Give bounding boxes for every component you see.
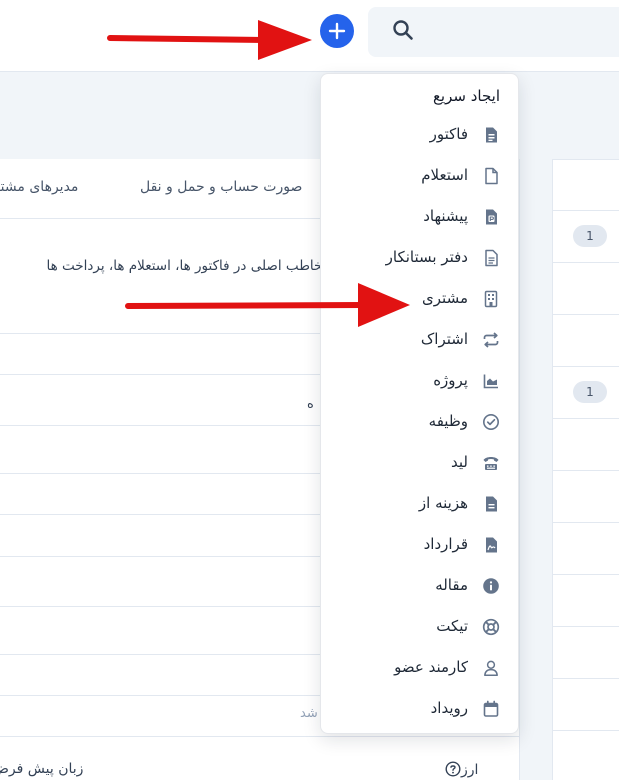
menu-item-article[interactable]: مقاله [321, 566, 518, 607]
divider [553, 522, 619, 523]
annotation-arrow-middle [125, 283, 410, 327]
check-circle-icon [483, 414, 499, 430]
divider [553, 626, 619, 627]
menu-item-contract[interactable]: قرارداد [321, 525, 518, 566]
contract-icon [486, 537, 497, 553]
menu-item-label: پیشنهاد [423, 207, 468, 225]
search-input[interactable] [368, 7, 619, 57]
right-side-panel: 1 1 [552, 159, 619, 780]
chart-area-icon [483, 374, 498, 389]
divider [553, 730, 619, 731]
divider [553, 470, 619, 471]
menu-item-label: فاکتور [429, 125, 468, 143]
menu-item-label: مشتری [422, 289, 468, 307]
receipt-icon [486, 496, 497, 512]
count-badge: 1 [573, 381, 607, 403]
menu-item-lead[interactable]: لید [321, 443, 518, 484]
tab-customer-admins[interactable]: مدیرهای مشتری [0, 179, 78, 195]
menu-item-label: پروژه [433, 371, 468, 389]
divider [553, 262, 619, 263]
invoice-icon [486, 127, 497, 143]
tty-icon [483, 457, 499, 470]
building-icon [484, 290, 498, 308]
info-circle-icon [483, 578, 499, 594]
menu-item-ticket[interactable]: تیکت [321, 607, 518, 648]
menu-item-event[interactable]: رویداد [321, 689, 518, 730]
menu-item-credit-note[interactable]: دفتر بستانکار [321, 238, 518, 279]
menu-item-project[interactable]: پروژه [321, 361, 518, 402]
dropdown-header: ایجاد سریع [432, 87, 500, 105]
menu-item-label: مقاله [435, 576, 468, 594]
annotation-arrow-top [107, 20, 312, 60]
currency-label: ارز [445, 761, 478, 778]
count-badge: 1 [573, 225, 607, 247]
menu-item-expense[interactable]: هزینه از [321, 484, 518, 525]
menu-item-estimate[interactable]: استعلام [321, 156, 518, 197]
menu-item-proposal[interactable]: پیشنهاد [321, 197, 518, 238]
divider [553, 574, 619, 575]
repeat-icon [483, 332, 499, 348]
user-icon [484, 660, 498, 676]
divider [553, 366, 619, 367]
calendar-icon [483, 700, 499, 717]
divider [553, 418, 619, 419]
divider [553, 678, 619, 679]
help-circle-icon[interactable] [445, 761, 461, 777]
field-placeholder-fragment: شد [300, 706, 318, 721]
divider [553, 210, 619, 211]
menu-item-label: تیکت [436, 617, 468, 635]
currency-label-text: ارز [461, 762, 479, 778]
quick-create-button[interactable] [320, 14, 354, 48]
menu-item-label: رویداد [430, 699, 468, 717]
menu-item-label: قرارداد [423, 535, 468, 553]
menu-item-label: استعلام [421, 166, 468, 184]
menu-item-label: هزینه از [418, 494, 468, 512]
tab-billing-shipping[interactable]: صورت حساب و حمل و نقل [140, 179, 320, 195]
menu-item-task[interactable]: وظیفه [321, 402, 518, 443]
plus-icon [328, 22, 346, 40]
menu-item-label: اشتراک [420, 330, 468, 348]
default-language-label: زبان پیش فرض [0, 761, 84, 777]
divider [0, 736, 520, 737]
menu-item-label: دفتر بستانکار [385, 248, 468, 266]
quick-create-dropdown: ایجاد سریع فاکتور استعلام پیشنهاد دفتر ب… [320, 73, 519, 734]
search-icon [393, 20, 413, 40]
menu-item-invoice[interactable]: فاکتور [321, 115, 518, 156]
page-subheader [0, 73, 619, 159]
field-value-fragment: ه [307, 397, 314, 412]
menu-item-label: کارمند عضو [394, 658, 468, 676]
file-icon [485, 167, 498, 185]
divider [553, 314, 619, 315]
credit-note-icon [485, 249, 498, 267]
menu-item-label: لید [451, 453, 468, 471]
menu-item-staff-member[interactable]: کارمند عضو [321, 648, 518, 689]
life-ring-icon [482, 618, 500, 636]
proposal-icon [486, 209, 497, 225]
menu-item-label: وظیفه [428, 412, 468, 430]
